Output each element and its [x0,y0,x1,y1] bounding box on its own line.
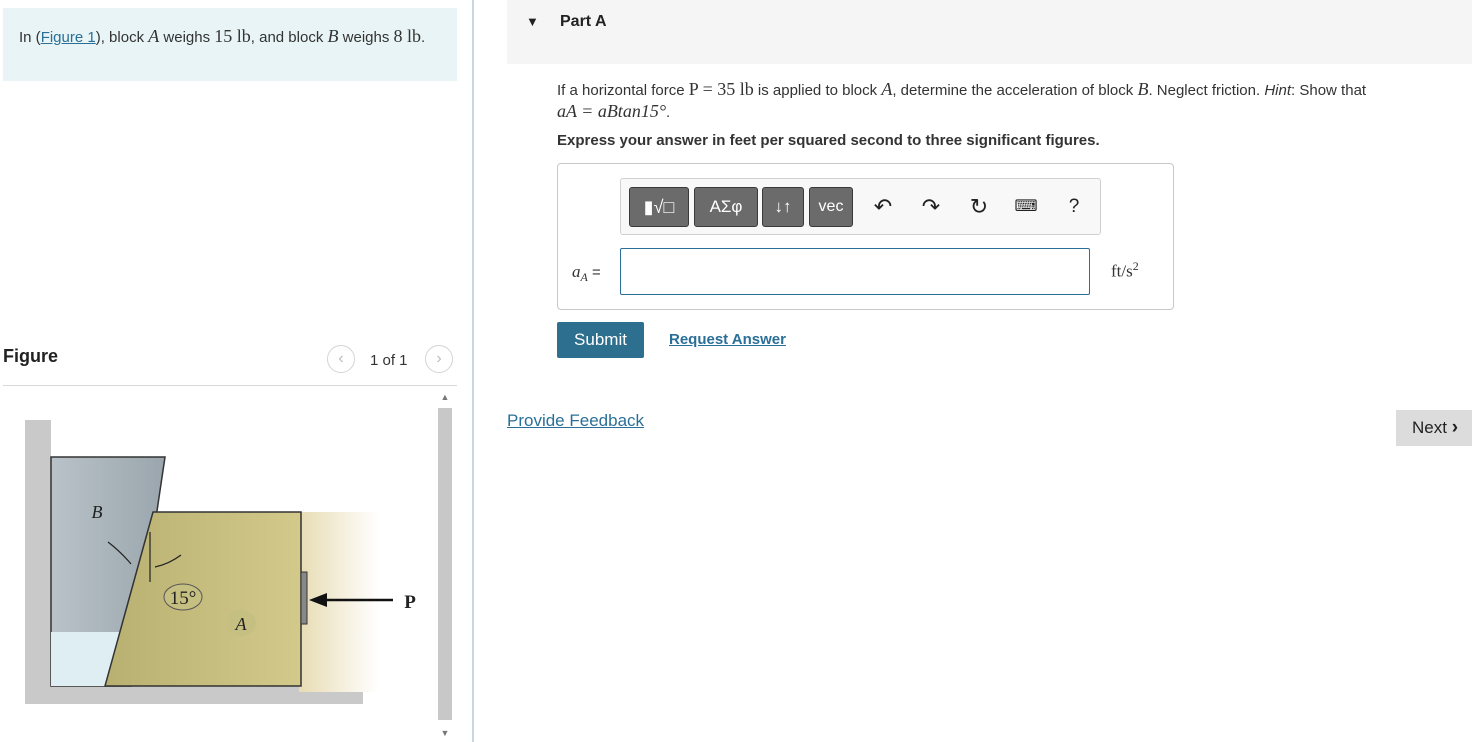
weight-a: 15 lb [214,26,251,46]
greek-button[interactable]: ΑΣφ [694,187,758,227]
figure-image: B 15° A P [25,420,416,704]
question-fragment-5: : Show that [1291,82,1367,99]
figure-count: 1 of 1 [370,352,408,369]
figure-next-button[interactable]: › [425,345,453,373]
chevron-right-icon: › [436,350,442,367]
next-label: Next [1412,418,1447,437]
templates-button[interactable]: ▮√□ [629,187,689,227]
question-fragment-2: is applied to block [753,82,882,99]
question-fragment-1: If a horizontal force [557,82,689,99]
math-toolbar: ▮√□ ΑΣφ ↓↑ vec ↶ ↷ ↻ ⌨ ? [620,178,1101,235]
block-a-symbol: A [148,26,160,46]
answer-unit: ft/s2 [1111,259,1139,282]
problem-text-mid1: ), block [95,29,149,46]
reset-icon[interactable]: ↻ [965,193,993,221]
figure-title: Figure [3,346,59,366]
figure-prev-button[interactable]: ‹ [327,345,355,373]
redo-icon[interactable]: ↷ [917,193,945,221]
label-p: P [404,592,416,613]
chevron-left-icon: ‹ [338,350,344,367]
hint-equation: aA = aBtan15° [557,101,667,121]
problem-statement: In (Figure 1), block A weighs 15 lb, and… [3,8,457,81]
force-equation: P = 35 lb [688,79,754,99]
part-header[interactable] [507,0,1472,64]
question-fragment-4: . Neglect friction. [1148,82,1265,99]
problem-text-mid2: weighs [159,29,215,46]
answer-label-eq: = [587,264,601,281]
figure-divider [3,385,457,386]
unit-main: ft/s [1111,261,1133,281]
force-plate [300,571,308,625]
next-button[interactable]: Next › [1396,410,1472,446]
figure-scrollbar[interactable]: ▲ ▼ [436,390,454,742]
submit-button[interactable]: Submit [557,322,644,358]
wall [25,420,51,700]
question-block-a: A [881,79,893,99]
answer-input[interactable] [620,248,1090,295]
question-block-b: B [1137,79,1149,99]
part-title[interactable]: Part A [560,13,607,31]
weight-b: 8 lb [393,26,422,46]
label-b: B [92,502,103,522]
unit-exponent: 2 [1132,259,1139,273]
question-text: If a horizontal force P = 35 lb is appli… [557,79,1467,123]
panel-divider [472,0,474,742]
problem-text-prefix: In ( [19,29,41,46]
templates-icon: ▮√□ [643,197,675,217]
answer-label: aA = [572,262,601,285]
block-b-symbol: B [327,26,339,46]
hint-end: . [666,104,671,121]
request-answer-link[interactable]: Request Answer [669,331,786,348]
vec-button[interactable]: vec [809,187,853,227]
undo-icon[interactable]: ↶ [869,193,897,221]
caret-down-icon[interactable]: ▼ [526,14,539,29]
problem-text-end: . [421,29,426,46]
answer-instruction: Express your answer in feet per squared … [557,132,1100,149]
help-button[interactable]: ? [1060,193,1088,221]
question-fragment-3: , determine the acceleration of block [892,82,1138,99]
label-angle: 15° [170,588,197,609]
motion-glow [299,512,379,692]
answer-label-var: a [572,262,581,281]
problem-text-mid3: , and block [250,29,328,46]
problem-text-mid4: weighs [338,29,394,46]
hint-label: Hint [1264,82,1292,99]
scroll-down-icon[interactable]: ▼ [440,728,450,738]
scroll-thumb[interactable] [438,408,452,720]
answer-label-sub: A [580,270,588,284]
label-a: A [235,614,248,634]
figure-link[interactable]: Figure 1 [41,29,96,46]
chevron-right-icon: › [1451,417,1459,438]
arrows-button[interactable]: ↓↑ [762,187,804,227]
scroll-up-icon[interactable]: ▲ [440,392,450,402]
keyboard-icon[interactable]: ⌨ [1012,193,1040,221]
provide-feedback-link[interactable]: Provide Feedback [507,411,644,431]
